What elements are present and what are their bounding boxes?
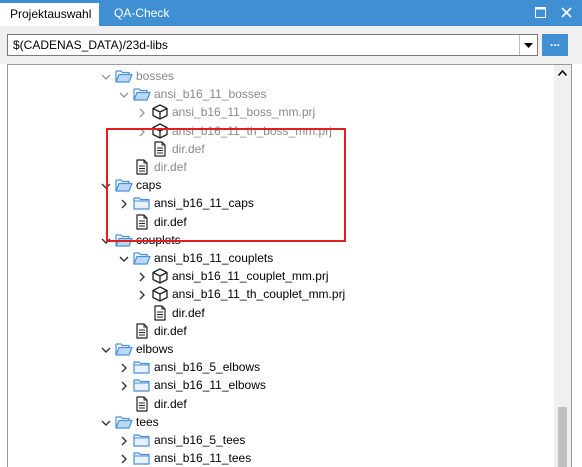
folder-icon [133,377,151,393]
chevron-right-icon[interactable] [136,288,148,300]
tree-item[interactable]: dir.def [8,322,548,340]
tree-item-label: bosses [136,69,175,83]
chevron-down-icon[interactable] [118,88,130,100]
tree-item[interactable]: ansi_b16_11_th_couplet_mm.prj [8,285,548,303]
tree-item[interactable]: ansi_b16_11_elbows [8,376,548,394]
folder-open-icon [133,86,151,102]
project-file-icon [151,286,169,303]
project-file-icon [151,104,169,121]
tree-item-label: elbows [136,342,174,356]
selection-highlight-frame [106,128,346,242]
tree-item-label: ansi_b16_11_couplet_mm.prj [172,269,329,284]
chevron-down-icon[interactable] [100,70,112,82]
folder-icon [133,432,151,448]
tree-item-label: ansi_b16_11_th_couplet_mm.prj [172,287,346,302]
tree-item-label: ansi_b16_11_bosses [154,87,267,102]
project-tree[interactable]: bosses ansi_b16_11_bosses ansi_b16_11_boss… [7,64,572,467]
chevron-right-icon[interactable] [118,361,130,373]
folder-open-icon [133,250,151,266]
tree-item-label: ansi_b16_11_tees [154,451,252,466]
tree-item-label: ansi_b16_11_elbows [154,378,266,393]
tree-item[interactable]: bosses [8,67,548,85]
project-file-icon [151,268,169,284]
path-toolbar: $(CADENAS_DATA)/23d-libs ... [0,26,582,64]
folder-icon [133,359,151,375]
chevron-down-icon[interactable] [100,343,112,355]
chevron-right-icon[interactable] [136,106,148,118]
tree-item[interactable]: ansi_b16_5_tees [8,431,548,449]
vertical-scrollbar[interactable] [554,65,571,467]
chevron-right-icon[interactable] [118,452,130,464]
tree-item[interactable]: ansi_b16_11_bosses [8,85,548,103]
folder-open-icon [115,341,133,357]
close-icon[interactable] [556,3,576,23]
tree-item-label: ansi_b16_11_boss_mm.prj [172,105,316,120]
folder-icon [133,450,151,466]
tree-item-label: ansi_b16_5_elbows [154,360,261,375]
dropdown-button[interactable] [519,35,537,55]
folder-open-icon [115,414,133,430]
tree-item-label: ansi_b16_5_tees [154,433,246,447]
tree-item[interactable]: elbows [8,340,548,358]
tree-item-label: dir.def [154,396,187,411]
file-icon [133,323,151,339]
chevron-right-icon[interactable] [136,270,148,282]
scroll-thumb[interactable] [558,407,567,467]
tree-item[interactable]: tees [8,413,548,431]
chevron-down-icon [524,43,533,48]
tree-item-label: tees [136,414,159,429]
chevron-down-icon[interactable] [100,416,112,428]
path-combobox[interactable]: $(CADENAS_DATA)/23d-libs [7,34,538,56]
tree-item-label: dir.def [172,305,205,320]
tree-item-label: dir.def [154,323,187,338]
tree-item[interactable]: ansi_b16_11_tees [8,449,548,467]
tree-item[interactable]: ansi_b16_11_boss_mm.prj [8,103,548,121]
tree-item[interactable]: dir.def [8,304,548,322]
tab-projektauswahl[interactable]: Projektauswahl [0,2,99,26]
path-value: $(CADENAS_DATA)/23d-libs [13,38,168,52]
chevron-right-icon[interactable] [118,434,130,446]
tree-item[interactable]: dir.def [8,395,548,413]
scroll-up-icon[interactable] [554,65,571,82]
tree-item[interactable]: ansi_b16_11_couplet_mm.prj [8,267,548,285]
file-icon [133,395,151,412]
tree-item[interactable]: ansi_b16_5_elbows [8,358,548,376]
tab-qa-check[interactable]: QA-Check [104,2,186,26]
maximize-icon[interactable] [530,3,550,23]
folder-open-icon [115,68,133,84]
tree-item[interactable]: ansi_b16_11_couplets [8,249,548,267]
tab-bar: Projektauswahl QA-Check [0,0,582,26]
file-icon [151,304,169,321]
chevron-down-icon[interactable] [118,252,130,264]
chevron-right-icon[interactable] [118,379,130,391]
browse-button[interactable]: ... [542,34,568,56]
tree-item-label: ansi_b16_11_couplets [154,251,274,265]
